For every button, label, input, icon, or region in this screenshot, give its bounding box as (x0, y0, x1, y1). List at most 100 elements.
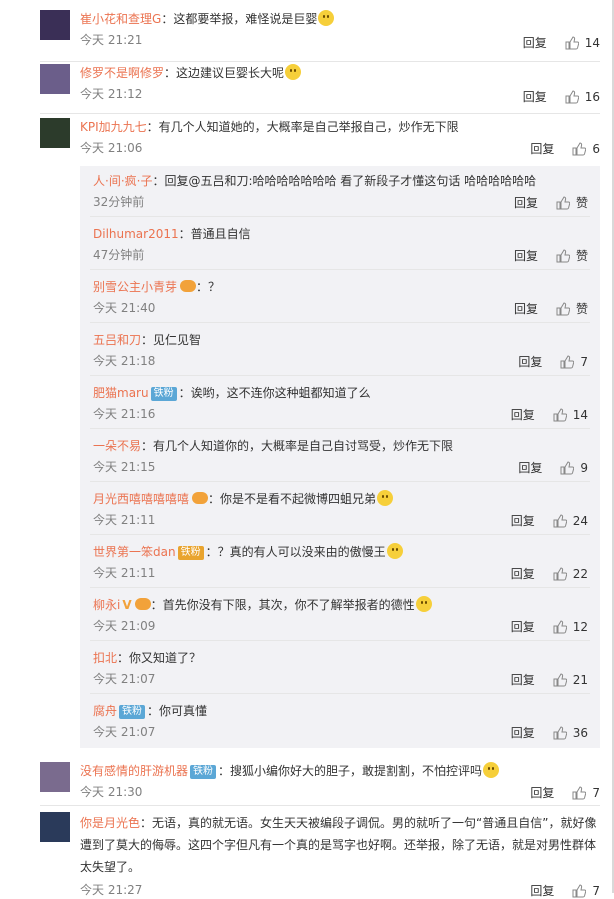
reply-button[interactable]: 回复 (511, 724, 535, 741)
reply-username[interactable]: 世界第一笨dan (93, 545, 176, 559)
reply-username[interactable]: 别雪公主小青芽 (93, 280, 177, 294)
comment-text: ：搜狐小编你好大的胆子，敢提割割，不怕控评吗 (218, 764, 483, 778)
reply-text: ：你又知道了？ (117, 651, 202, 665)
like-button[interactable]: 22 (553, 567, 588, 581)
like-count: 赞 (575, 196, 588, 210)
reply-button[interactable]: 回复 (530, 882, 554, 899)
reply-time: 今天 21:18 (93, 354, 156, 368)
thumbs-up-icon (572, 883, 587, 897)
divider (90, 693, 590, 694)
avatar[interactable] (40, 762, 70, 792)
like-button[interactable]: 7 (572, 786, 600, 800)
reply-button[interactable]: 回复 (530, 140, 554, 157)
like-count: 7 (580, 354, 588, 369)
reply-username[interactable]: 扣北 (93, 651, 117, 665)
reply-button[interactable]: 回复 (511, 406, 535, 423)
like-button[interactable]: 9 (560, 461, 588, 475)
reply-button[interactable]: 回复 (511, 512, 535, 529)
comment-username[interactable]: 没有感情的肝游机器 (80, 764, 188, 778)
avatar[interactable] (40, 812, 70, 842)
reply-username[interactable]: 人·间·疯·子 (93, 174, 152, 188)
comment-username[interactable]: KPI加九九七 (80, 120, 147, 134)
reply-button[interactable]: 回复 (514, 194, 538, 211)
like-count: 6 (592, 141, 600, 156)
like-button[interactable]: 24 (553, 514, 588, 528)
reply-username[interactable]: 一朵不易 (93, 439, 141, 453)
like-button[interactable]: 赞 (556, 247, 588, 264)
comment-username[interactable]: 崔小花和查理G (80, 12, 161, 26)
comment-actions: 回复 7 (530, 882, 600, 899)
reply-button[interactable]: 回复 (514, 300, 538, 317)
thumbs-up-icon (553, 407, 567, 421)
reply-actions: 回复 赞 (514, 300, 588, 317)
divider (90, 640, 590, 641)
reply-button[interactable]: 回复 (523, 34, 547, 51)
like-button[interactable]: 7 (560, 355, 588, 369)
like-button[interactable]: 12 (553, 620, 588, 634)
thumbs-up-icon (556, 195, 570, 209)
like-count: 9 (580, 460, 588, 475)
thumbs-up-icon (572, 141, 587, 155)
like-button[interactable]: 16 (565, 90, 600, 104)
comment-username[interactable]: 你是月光色 (80, 816, 140, 830)
reply-button[interactable]: 回复 (530, 784, 554, 801)
comment-item: 修罗不是啊修罗：这边建议巨婴长大呢 今天 21:12 回复 16 (40, 64, 600, 104)
reply-item: 扣北：你又知道了？ 今天 21:07 回复 21 (93, 649, 588, 693)
reply-text: ：见仁见智 (141, 333, 202, 347)
like-count: 14 (572, 407, 588, 422)
reply-actions: 回复 9 (518, 459, 588, 476)
thinking-emoji-icon (377, 490, 394, 506)
reply-username[interactable]: 月光西嘻嘻嘻嘻嘻 (93, 492, 189, 506)
smile-emoji-icon (285, 64, 302, 80)
vip-icon (134, 598, 151, 610)
like-button[interactable]: 14 (553, 408, 588, 422)
reply-actions: 回复 21 (511, 671, 588, 688)
divider (40, 805, 600, 806)
like-button[interactable]: 赞 (556, 194, 588, 211)
reply-button[interactable]: 回复 (511, 618, 535, 635)
like-count: 12 (572, 619, 588, 634)
reply-button[interactable]: 回复 (518, 353, 542, 370)
verified-v-icon: V (122, 598, 132, 612)
reply-item: 一朵不易：有几个人知道你的，大概率是自己自讨骂受，炒作无下限 今天 21:15 … (93, 437, 588, 481)
like-count: 7 (592, 883, 600, 898)
reply-text: ：有几个人知道你的，大概率是自己自讨骂受，炒作无下限 (141, 439, 454, 453)
reply-username[interactable]: 五吕和刀 (93, 333, 141, 347)
smile-emoji-icon (483, 762, 500, 778)
reply-button[interactable]: 回复 (511, 565, 535, 582)
reply-item: 月光西嘻嘻嘻嘻嘻 ：你是不是看不起微博四蛆兄弟 今天 21:11 回复 24 (93, 490, 588, 534)
thumbs-up-icon (553, 566, 567, 580)
thumbs-up-icon (556, 248, 570, 262)
reply-username[interactable]: 肥猫maru (93, 386, 149, 400)
like-button[interactable]: 7 (572, 884, 600, 898)
avatar[interactable] (40, 64, 70, 94)
like-button[interactable]: 36 (553, 726, 588, 740)
thumbs-up-emoji-icon (386, 543, 403, 559)
like-button[interactable]: 赞 (556, 300, 588, 317)
avatar[interactable] (40, 118, 70, 148)
thumbs-up-icon (556, 301, 570, 315)
divider (90, 322, 590, 323)
reply-text: ：回复@五吕和刀:哈哈哈哈哈哈哈 看了新段子才懂这句话 哈哈哈哈哈哈 (152, 174, 537, 188)
avatar[interactable] (40, 10, 70, 40)
like-count: 24 (572, 513, 588, 528)
vip-icon (192, 492, 209, 504)
reply-button[interactable]: 回复 (511, 671, 535, 688)
reply-username[interactable]: Dilhumar2011 (93, 227, 179, 241)
reply-username[interactable]: 腐舟 (93, 704, 117, 718)
reply-text: ：你是不是看不起微博四蛆兄弟 (208, 492, 377, 506)
comment-actions: 回复 16 (523, 88, 600, 105)
reply-text: ：？真的有人可以没来由的傲慢王 (205, 545, 386, 559)
comment-username[interactable]: 修罗不是啊修罗 (80, 66, 164, 80)
reply-button[interactable]: 回复 (523, 88, 547, 105)
comment-actions: 回复 7 (530, 784, 600, 801)
like-button[interactable]: 6 (572, 142, 600, 156)
reply-button[interactable]: 回复 (518, 459, 542, 476)
like-button[interactable]: 14 (565, 36, 600, 50)
reply-button[interactable]: 回复 (514, 247, 538, 264)
like-button[interactable]: 21 (553, 673, 588, 687)
like-count: 赞 (575, 249, 588, 263)
reply-username[interactable]: 柳永i (93, 598, 120, 612)
reply-text: ：普通且自信 (178, 227, 251, 241)
divider (90, 216, 590, 217)
